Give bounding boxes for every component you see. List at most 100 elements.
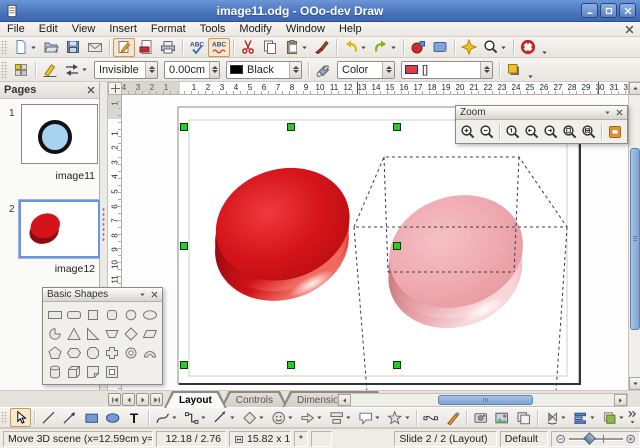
redo-button[interactable] [370,38,400,57]
zoom-previous-button[interactable] [522,122,541,141]
selection-handle[interactable] [288,362,295,369]
shape-octagon-button[interactable] [83,343,102,362]
zoom-slider-thumb[interactable] [583,432,596,445]
shape-circle-button[interactable] [121,305,140,324]
zoom-100-button[interactable] [503,122,522,141]
print-button[interactable] [157,38,179,57]
zoom-palette[interactable]: Zoom [455,105,628,144]
zoom-button[interactable] [480,38,510,57]
basic-shapes-palette[interactable]: Basic Shapes [42,287,163,385]
palette-close-icon[interactable] [616,109,623,116]
scroll-left-icon[interactable] [338,394,351,406]
shape-rectangle-button[interactable] [45,305,64,324]
glue-points-button[interactable] [442,408,463,427]
maximize-button[interactable] [600,3,617,18]
basic-shapes-tool-button[interactable] [239,408,268,427]
arrange-tool-button[interactable] [599,408,628,427]
chart-button[interactable] [407,38,429,57]
shape-trapezoid-button[interactable] [102,324,121,343]
stars-tool-button[interactable] [384,408,413,427]
menu-format[interactable]: Format [144,22,193,36]
selection-handle[interactable] [394,243,401,250]
autospellcheck-button[interactable]: ABC [208,38,230,57]
navigator-button[interactable] [458,38,480,57]
menu-help[interactable]: Help [332,22,369,36]
menu-tools[interactable]: Tools [193,22,233,36]
toolbar-overflow-icon[interactable] [541,49,548,56]
next-layer-icon[interactable] [136,393,149,406]
format-paintbrush-button[interactable] [311,38,333,57]
shape-hexagon-button[interactable] [64,343,83,362]
rectangle-tool-button[interactable] [81,408,102,427]
shape-parallelogram-button[interactable] [140,324,159,343]
scroll-right-icon[interactable] [614,394,627,406]
shape-cross-button[interactable] [102,343,121,362]
select-tool-button[interactable] [10,408,31,427]
vertical-scroll-thumb[interactable] [630,148,640,330]
shape-pentagon-button[interactable] [45,343,64,362]
insert-picture-button[interactable] [491,408,512,427]
lines-arrows-tool-button[interactable] [210,408,239,427]
menu-window[interactable]: Window [279,22,332,36]
toolbar-grip[interactable] [1,411,8,424]
line-color-select[interactable]: Black [226,61,302,79]
menu-modify[interactable]: Modify [232,22,278,36]
flowchart-tool-button[interactable] [326,408,355,427]
scroll-down-icon[interactable] [629,377,640,390]
edit-file-button[interactable] [113,38,135,57]
stepper-icon[interactable] [382,62,394,78]
shadow-button[interactable] [503,60,525,79]
gallery-button[interactable] [429,38,451,57]
pages-panel-close-icon[interactable] [87,86,95,94]
line-button[interactable] [39,60,61,79]
previous-layer-icon[interactable] [122,393,135,406]
menu-edit[interactable]: Edit [32,22,65,36]
palette-menu-icon[interactable] [139,291,146,298]
status-slide[interactable]: Slide 2 / 2 (Layout) [394,431,496,447]
insert-button[interactable] [470,408,491,427]
page-thumbnail-1[interactable] [21,104,98,164]
line-style-select[interactable]: Invisible [94,61,158,79]
block-arrows-tool-button[interactable] [297,408,326,427]
spellcheck-button[interactable]: ABC [186,38,208,57]
document-as-email-button[interactable] [84,38,106,57]
horizontal-scroll-thumb[interactable] [438,395,533,405]
effects-tool-button[interactable] [541,408,570,427]
shape-rounded-rectangle-button[interactable] [64,305,83,324]
horizontal-ruler[interactable]: 4321123456789101112131415161718192021222… [122,82,628,95]
callouts-tool-button[interactable] [355,408,384,427]
stepper-icon[interactable] [145,62,157,78]
first-layer-icon[interactable] [108,393,121,406]
copy-button[interactable] [259,38,281,57]
zoom-minus-icon[interactable] [556,434,565,444]
shape-diamond-button[interactable] [121,324,140,343]
zoom-page-button[interactable] [560,122,579,141]
ruler-origin-button[interactable] [108,82,122,95]
paste-button[interactable] [281,38,311,57]
selection-handle[interactable] [394,124,401,131]
status-page-style[interactable]: Default [500,431,548,447]
shape-rounded-square-button[interactable] [102,305,121,324]
connector-tool-button[interactable] [181,408,210,427]
selection-handle[interactable] [394,362,401,369]
arrow-tool-button[interactable] [59,408,80,427]
menu-insert[interactable]: Insert [102,22,144,36]
shape-ellipse-button[interactable] [140,305,159,324]
stepper-icon[interactable] [209,62,219,78]
palette-close-icon[interactable] [151,291,158,298]
zoom-slider-track[interactable] [569,434,623,444]
toolbar-more-icon[interactable] [628,410,637,425]
cut-button[interactable] [237,38,259,57]
undo-button[interactable] [340,38,370,57]
edit-points-button[interactable] [420,408,441,427]
toolbar-grip[interactable] [1,61,8,77]
close-button[interactable] [619,3,636,18]
zoom-out-button[interactable] [477,122,496,141]
palette-menu-icon[interactable] [604,109,611,116]
tab-controls[interactable]: Controls [221,391,288,408]
zoom-slider[interactable] [551,431,640,447]
alignment-tool-button[interactable] [570,408,599,427]
open-button[interactable] [40,38,62,57]
shape-cube-button[interactable] [64,362,83,381]
new-document-button[interactable] [10,38,40,57]
